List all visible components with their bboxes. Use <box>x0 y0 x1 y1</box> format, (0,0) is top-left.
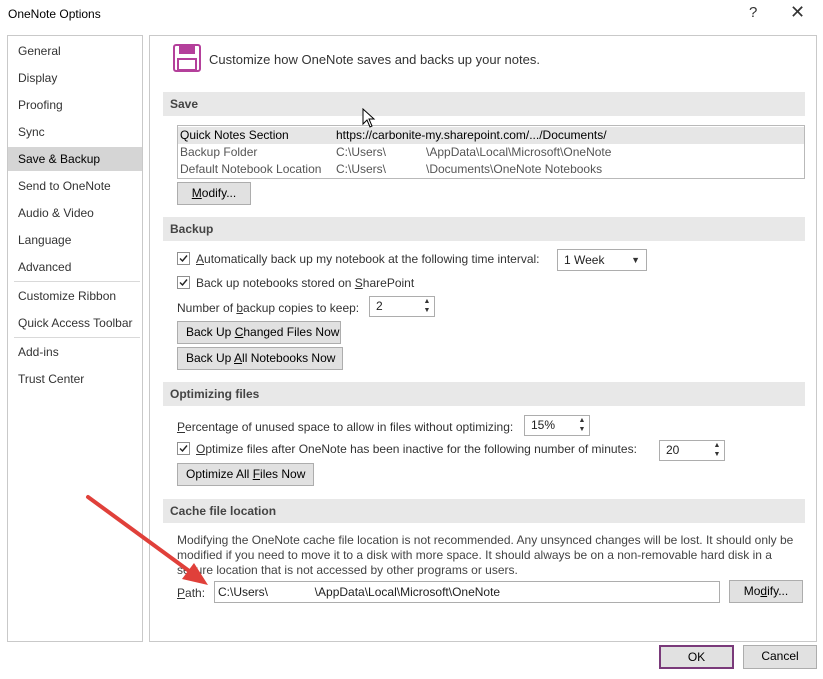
label-part: ptimize files after OneNote has been ina… <box>205 442 637 456</box>
button-label-part: ify... <box>767 584 789 598</box>
backup-copies-label: Number of backup copies to keep: <box>177 301 359 315</box>
sidebar-divider <box>14 337 140 338</box>
list-item[interactable]: Backup Folder C:\Users\ \AppData\Local\M… <box>178 144 804 161</box>
sidebar-item-send-to-onenote[interactable]: Send to OneNote <box>8 174 142 198</box>
section-heading-optimizing: Optimizing files <box>163 382 805 406</box>
backup-all-notebooks-button[interactable]: Back Up All Notebooks Now <box>177 347 343 370</box>
checkmark-icon <box>179 445 188 453</box>
access-key: F <box>252 467 261 481</box>
auto-backup-checkbox[interactable] <box>177 252 190 265</box>
sidebar-item-customize-ribbon[interactable]: Customize Ribbon <box>8 284 142 308</box>
button-label-part: Back Up <box>186 351 235 365</box>
access-key: P <box>177 420 186 434</box>
access-key: A <box>196 252 205 266</box>
cache-path-label: Path: <box>177 586 205 600</box>
stepper-arrows-icon[interactable]: ▲ ▼ <box>712 441 722 459</box>
file-locations-list[interactable]: Quick Notes Section https://carbonite-my… <box>177 125 805 179</box>
sidebar-item-sync[interactable]: Sync <box>8 120 142 144</box>
optimize-all-files-button[interactable]: Optimize All Files Now <box>177 463 314 486</box>
section-heading-backup: Backup <box>163 217 805 241</box>
optimize-minutes-stepper[interactable]: 20 ▲ ▼ <box>659 440 725 461</box>
stepper-value: 15% <box>531 418 556 432</box>
label-part: ercentage of unused space to allow in fi… <box>185 420 514 434</box>
unused-space-label: Percentage of unused space to allow in f… <box>177 420 513 434</box>
sidebar-item-audio-video[interactable]: Audio & Video <box>8 201 142 225</box>
cancel-button[interactable]: Cancel <box>743 645 817 669</box>
button-label-part: Back Up <box>186 325 235 339</box>
label-part: Number of <box>177 301 237 315</box>
options-content: Customize how OneNote saves and backs up… <box>149 35 817 642</box>
button-label-part: Optimize All <box>186 467 253 481</box>
access-key: M <box>191 186 202 200</box>
sidebar-item-save-backup[interactable]: Save & Backup <box>8 147 142 171</box>
sidebar-item-add-ins[interactable]: Add-ins <box>8 340 142 364</box>
label-part: utomatically back up my notebook at the … <box>204 252 540 266</box>
location-name: Quick Notes Section <box>180 128 289 142</box>
modify-cache-button[interactable]: Modify... <box>729 580 803 603</box>
sidebar-divider <box>14 281 140 282</box>
dropdown-value: 1 Week <box>564 253 605 267</box>
save-disk-icon <box>173 44 201 72</box>
page-header-text: Customize how OneNote saves and backs up… <box>209 52 540 67</box>
title-bar: OneNote Options ? ✕ <box>0 0 823 30</box>
sharepoint-backup-label: Back up notebooks stored on SharePoint <box>196 276 414 290</box>
location-name: Backup Folder <box>180 145 258 159</box>
label-part: ackup copies to keep: <box>243 301 360 315</box>
location-value: C:\Users\ \Documents\OneNote Notebooks <box>336 162 603 176</box>
access-key: O <box>196 442 206 456</box>
sidebar-item-quick-access-toolbar[interactable]: Quick Access Toolbar <box>8 311 142 335</box>
button-label-part: odify... <box>201 186 237 200</box>
ok-button[interactable]: OK <box>659 645 734 669</box>
sidebar-item-display[interactable]: Display <box>8 66 142 90</box>
stepper-arrows-icon[interactable]: ▲ ▼ <box>422 297 432 315</box>
sidebar-item-language[interactable]: Language <box>8 228 142 252</box>
mouse-cursor-icon <box>362 108 376 128</box>
sharepoint-backup-checkbox[interactable] <box>177 276 190 289</box>
backup-interval-dropdown[interactable]: 1 Week ▼ <box>557 249 647 271</box>
window-title: OneNote Options <box>8 7 101 21</box>
access-key: S <box>354 276 363 290</box>
stepper-value: 2 <box>376 299 383 313</box>
section-heading-cache: Cache file location <box>163 499 805 523</box>
backup-changed-files-button[interactable]: Back Up Changed Files Now <box>177 321 341 344</box>
location-name: Default Notebook Location <box>180 162 322 176</box>
cache-description: Modifying the OneNote cache file locatio… <box>177 533 794 577</box>
stepper-arrows-icon[interactable]: ▲ ▼ <box>577 416 587 434</box>
button-label-part: hanged Files Now <box>243 325 340 339</box>
backup-copies-stepper[interactable]: 2 ▲ ▼ <box>369 296 435 317</box>
sidebar-item-proofing[interactable]: Proofing <box>8 93 142 117</box>
label-part: Back up notebooks stored on <box>196 276 355 290</box>
modify-location-button[interactable]: Modify... <box>177 182 251 205</box>
button-label-part: Mo <box>743 584 761 598</box>
access-key: A <box>234 351 243 365</box>
section-heading-save: Save <box>163 92 805 116</box>
button-label-part: ll Notebooks Now <box>242 351 336 365</box>
optimize-after-checkbox[interactable] <box>177 442 190 455</box>
cache-path-field[interactable]: C:\Users\ \AppData\Local\Microsoft\OneNo… <box>214 581 720 603</box>
checkmark-icon <box>179 279 188 287</box>
button-label-part: iles Now <box>260 467 306 481</box>
stepper-value: 20 <box>666 443 680 457</box>
sidebar-item-trust-center[interactable]: Trust Center <box>8 367 142 391</box>
sidebar-item-advanced[interactable]: Advanced <box>8 255 142 279</box>
options-sidebar: General Display Proofing Sync Save & Bac… <box>7 35 143 642</box>
sidebar-item-general[interactable]: General <box>8 39 142 63</box>
checkmark-icon <box>179 255 188 263</box>
close-icon[interactable]: ✕ <box>790 2 805 23</box>
label-part: ath: <box>185 586 206 600</box>
location-value: C:\Users\ \AppData\Local\Microsoft\OneNo… <box>336 145 612 159</box>
label-part: harePoint <box>362 276 415 290</box>
optimize-after-label: Optimize files after OneNote has been in… <box>196 442 637 456</box>
chevron-down-icon: ▼ <box>631 255 640 265</box>
location-value: https://carbonite-my.sharepoint.com/.../… <box>336 128 607 142</box>
list-item[interactable]: Default Notebook Location C:\Users\ \Doc… <box>178 161 804 178</box>
help-icon[interactable]: ? <box>749 4 757 21</box>
list-item[interactable]: Quick Notes Section https://carbonite-my… <box>178 127 804 144</box>
access-key: P <box>177 586 186 600</box>
auto-backup-label: Automatically back up my notebook at the… <box>196 252 540 266</box>
unused-space-stepper[interactable]: 15% ▲ ▼ <box>524 415 590 436</box>
